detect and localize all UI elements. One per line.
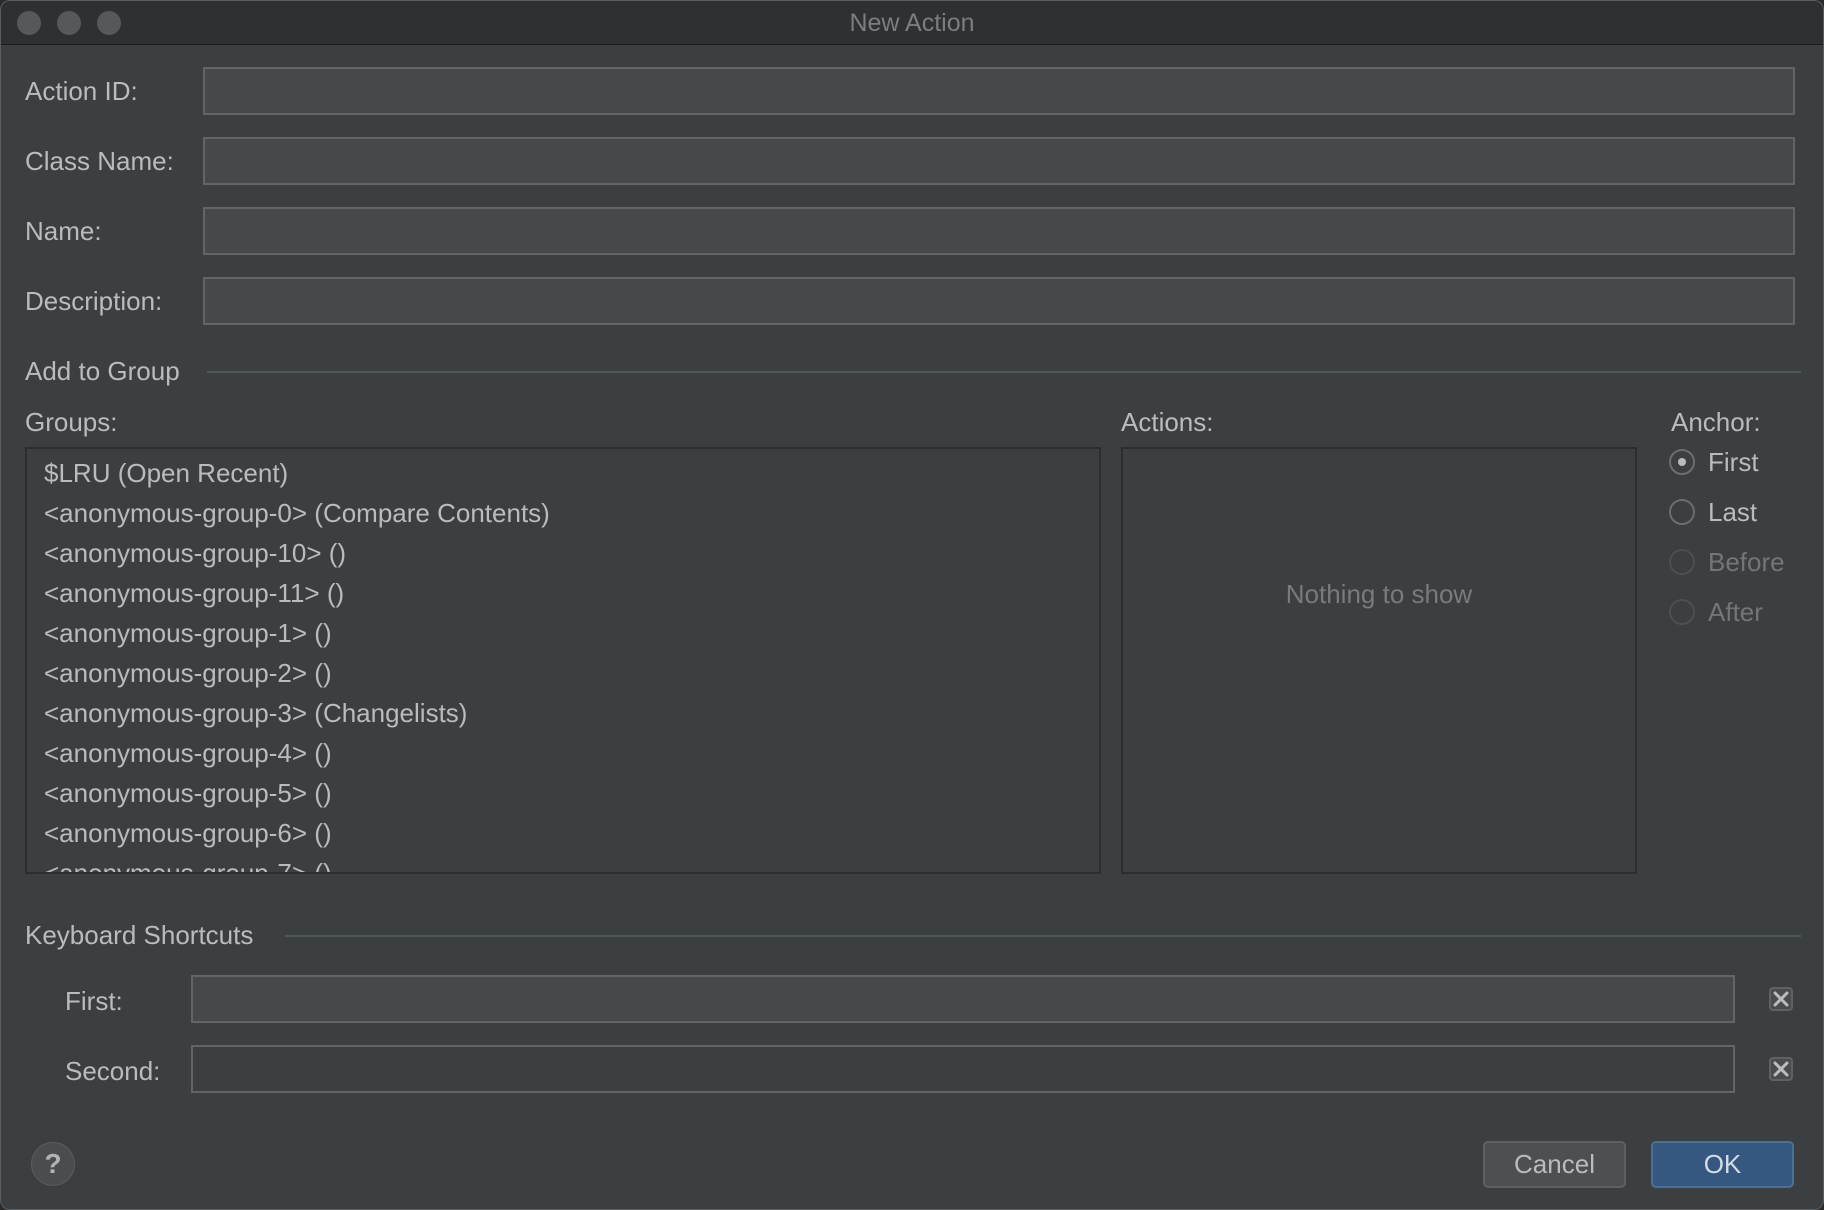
group-list-item[interactable]: <anonymous-group-10> () <box>27 533 1099 573</box>
add-to-group-separator <box>207 371 1801 373</box>
first-shortcut-label: First: <box>65 986 123 1016</box>
actions-empty-text: Nothing to show <box>1285 579 1473 609</box>
description-input[interactable] <box>205 279 1793 323</box>
action-id-field[interactable] <box>203 67 1795 115</box>
anchor-option-last[interactable]: Last <box>1669 496 1757 528</box>
window-title: New Action <box>849 9 975 37</box>
help-icon: ? <box>44 1148 62 1179</box>
group-list-item[interactable]: <anonymous-group-2> () <box>27 653 1099 693</box>
keyboard-shortcuts-separator <box>285 935 1801 937</box>
anchor-option-label: First <box>1708 446 1759 477</box>
anchor-option-label: Before <box>1708 546 1785 577</box>
group-list-item[interactable]: <anonymous-group-4> () <box>27 733 1099 773</box>
radio-button-disabled <box>1669 599 1695 625</box>
action-id-label: Action ID: <box>25 76 138 106</box>
class-name-label: Class Name: <box>25 146 174 176</box>
help-button[interactable]: ? <box>31 1142 75 1186</box>
group-list-item[interactable]: <anonymous-group-1> () <box>27 613 1099 653</box>
second-shortcut-input[interactable] <box>193 1047 1733 1091</box>
actions-list[interactable]: Nothing to show <box>1121 447 1637 874</box>
class-name-field[interactable] <box>203 137 1795 185</box>
second-shortcut-field[interactable] <box>191 1045 1735 1093</box>
second-shortcut-label: Second: <box>65 1056 161 1086</box>
name-label: Name: <box>25 216 102 246</box>
title-bar: New Action <box>1 1 1823 45</box>
groups-list[interactable]: $LRU (Open Recent) <anonymous-group-0> (… <box>25 447 1101 874</box>
name-input[interactable] <box>205 209 1793 253</box>
anchor-option-before: Before <box>1669 546 1785 578</box>
radio-button-disabled <box>1669 549 1695 575</box>
name-field[interactable] <box>203 207 1795 255</box>
first-shortcut-input[interactable] <box>193 977 1733 1021</box>
anchor-option-first[interactable]: First <box>1669 446 1759 478</box>
action-id-input[interactable] <box>205 69 1793 113</box>
new-action-dialog: New Action Action ID: Class Name: Name: … <box>0 0 1824 1210</box>
anchor-option-after: After <box>1669 596 1763 628</box>
group-list-item[interactable]: <anonymous-group-5> () <box>27 773 1099 813</box>
anchor-option-label: Last <box>1708 496 1758 527</box>
group-list-item[interactable]: <anonymous-group-11> () <box>27 573 1099 613</box>
groups-label: Groups: <box>25 407 118 437</box>
group-list-item[interactable]: <anonymous-group-6> () <box>27 813 1099 853</box>
group-list-item[interactable]: <anonymous-group-3> (Changelists) <box>27 693 1099 733</box>
actions-label: Actions: <box>1121 407 1214 437</box>
anchor-label: Anchor: <box>1671 407 1761 437</box>
close-icon <box>1773 991 1789 1007</box>
anchor-option-label: After <box>1708 596 1763 627</box>
group-list-item[interactable]: $LRU (Open Recent) <box>27 453 1099 493</box>
add-to-group-title: Add to Group <box>25 356 180 386</box>
radio-button[interactable] <box>1669 499 1695 525</box>
groups-list-items: $LRU (Open Recent) <anonymous-group-0> (… <box>27 449 1099 872</box>
first-shortcut-field[interactable] <box>191 975 1735 1023</box>
close-icon <box>1773 1061 1789 1077</box>
class-name-input[interactable] <box>205 139 1793 183</box>
clear-first-shortcut-button[interactable] <box>1769 987 1793 1011</box>
ok-button[interactable]: OK <box>1651 1141 1794 1188</box>
group-list-item[interactable]: <anonymous-group-7> () <box>27 853 1099 872</box>
group-list-item[interactable]: <anonymous-group-0> (Compare Contents) <box>27 493 1099 533</box>
description-field[interactable] <box>203 277 1795 325</box>
radio-button-checked[interactable] <box>1669 449 1695 475</box>
description-label: Description: <box>25 286 163 316</box>
cancel-button[interactable]: Cancel <box>1483 1141 1626 1188</box>
keyboard-shortcuts-title: Keyboard Shortcuts <box>25 920 254 950</box>
clear-second-shortcut-button[interactable] <box>1769 1057 1793 1081</box>
